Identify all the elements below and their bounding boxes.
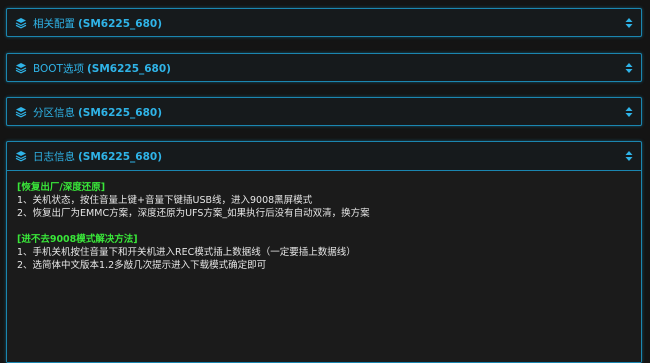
panel-partition-info: 分区信息 (SM6225_680) (6, 97, 642, 126)
panel-log-info: 日志信息 (SM6225_680) [恢复出厂/深度还原] 1、关机状态，按住音量… (6, 141, 642, 363)
panel-boot-options: BOOT选项 (SM6225_680) (6, 53, 642, 82)
log-section-title: [进不去9008模式解决方法] (17, 234, 138, 245)
panel-header-related-config[interactable]: 相关配置 (SM6225_680) (7, 9, 641, 37)
layers-icon (15, 18, 27, 29)
layers-icon (15, 63, 27, 74)
log-line: 1、手机关机按住音量下和开关机进入REC模式插上数据线（一定要插上数据线） (17, 247, 356, 258)
panel-title-device: (SM6225_680) (78, 106, 162, 119)
log-line: 1、关机状态，按住音量上键+音量下键插USB线，进入9008黑屏模式 (17, 195, 313, 206)
panel-title-label: 相关配置 (33, 17, 75, 30)
log-output[interactable]: [恢复出厂/深度还原] 1、关机状态，按住音量上键+音量下键插USB线，进入90… (7, 170, 641, 362)
panel-header-boot-options[interactable]: BOOT选项 (SM6225_680) (7, 54, 641, 82)
log-line: 2、恢复出厂为EMMC方案，深度还原为UFS方案_如果执行后没有自动双清，换方案 (17, 208, 370, 219)
panel-title: BOOT选项 (SM6225_680) (33, 61, 171, 76)
sort-icon[interactable] (625, 106, 633, 118)
panel-title-label: BOOT选项 (33, 62, 84, 75)
sort-icon[interactable] (625, 62, 633, 74)
panel-title-device: (SM6225_680) (78, 17, 162, 30)
log-spacer (17, 220, 631, 233)
log-section-title: [恢复出厂/深度还原] (17, 182, 106, 193)
panel-title: 日志信息 (SM6225_680) (33, 149, 162, 164)
panel-header-partition-info[interactable]: 分区信息 (SM6225_680) (7, 98, 641, 126)
panel-title: 相关配置 (SM6225_680) (33, 16, 162, 31)
panel-title-device: (SM6225_680) (78, 150, 162, 163)
panel-header-log-info[interactable]: 日志信息 (SM6225_680) (7, 142, 641, 170)
layers-icon (15, 151, 27, 162)
panel-title-device: (SM6225_680) (86, 62, 171, 75)
panel-title-label: 日志信息 (33, 150, 75, 163)
layers-icon (15, 107, 27, 118)
panel-related-config: 相关配置 (SM6225_680) (6, 8, 642, 37)
log-line: 2、选简体中文版本1.2多敲几次提示进入下载模式确定即可 (17, 260, 267, 271)
panel-title: 分区信息 (SM6225_680) (33, 105, 162, 120)
sort-icon[interactable] (625, 17, 633, 29)
panel-title-label: 分区信息 (33, 106, 75, 119)
sort-icon[interactable] (625, 150, 633, 162)
